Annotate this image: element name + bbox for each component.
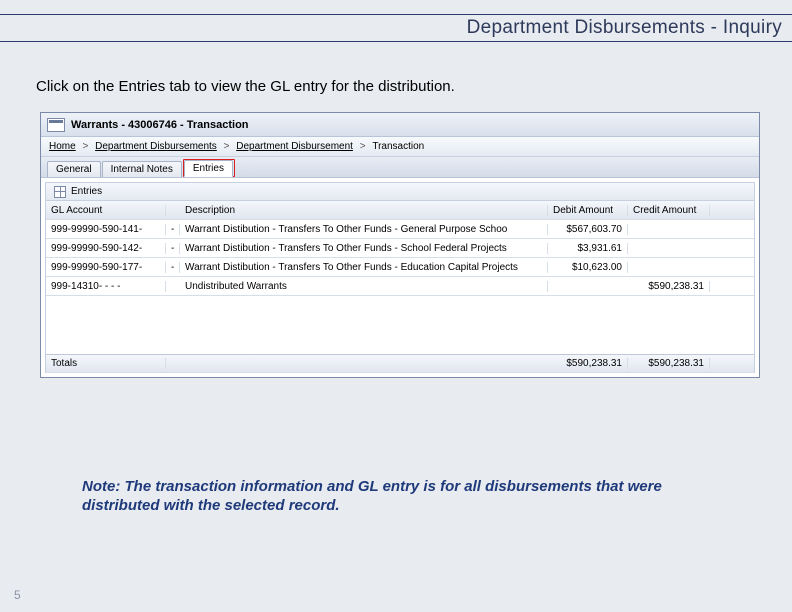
totals-debit: $590,238.31	[548, 358, 628, 369]
cell-desc: Undistributed Warrants	[180, 281, 548, 292]
totals-label: Totals	[46, 358, 166, 369]
note-text: Note: The transaction information and GL…	[82, 478, 702, 516]
page-title: Department Disbursements - Inquiry	[467, 17, 782, 39]
breadcrumb-home[interactable]: Home	[49, 141, 76, 152]
breadcrumb-l1[interactable]: Department Disbursements	[95, 141, 217, 152]
cell-gl: 999-99990-590-177-	[46, 262, 166, 273]
cell-gl: 999-99990-590-142-	[46, 243, 166, 254]
cell-desc: Warrant Distibution - Transfers To Other…	[180, 224, 548, 235]
breadcrumb-l3: Transaction	[372, 141, 424, 152]
cell-desc: Warrant Distibution - Transfers To Other…	[180, 243, 548, 254]
entries-grid: GL Account Description Debit Amount Cred…	[45, 201, 755, 373]
entries-panel-header: Entries	[45, 182, 755, 201]
cell-gl: 999-14310- - - -	[46, 281, 166, 292]
grid-icon	[54, 186, 66, 198]
window-title: Warrants - 43006746 - Transaction	[71, 119, 249, 131]
breadcrumb-l2[interactable]: Department Disbursement	[236, 141, 353, 152]
col-gl-account[interactable]: GL Account	[46, 205, 166, 216]
table-row[interactable]: 999-99990-590-142- - Warrant Distibution…	[46, 239, 754, 258]
totals-credit: $590,238.31	[628, 358, 710, 369]
cell-dash: -	[166, 224, 180, 235]
grid-header-row: GL Account Description Debit Amount Cred…	[46, 201, 754, 220]
window-icon	[47, 118, 65, 132]
col-debit[interactable]: Debit Amount	[548, 205, 628, 216]
entries-highlight: Entries	[183, 159, 235, 177]
instruction-text: Click on the Entries tab to view the GL …	[36, 78, 455, 95]
cell-debit: $10,623.00	[548, 262, 628, 273]
breadcrumb-sep: >	[357, 141, 368, 152]
col-description[interactable]: Description	[180, 205, 548, 216]
cell-gl: 999-99990-590-141-	[46, 224, 166, 235]
grid-blank-area	[46, 296, 754, 354]
cell-debit: $567,603.70	[548, 224, 628, 235]
tab-internal-notes[interactable]: Internal Notes	[102, 161, 182, 177]
window-titlebar: Warrants - 43006746 - Transaction	[41, 113, 759, 137]
tab-entries[interactable]: Entries	[184, 160, 233, 177]
breadcrumb-sep: >	[221, 141, 232, 152]
cell-dash: -	[166, 243, 180, 254]
tab-general[interactable]: General	[47, 161, 101, 177]
header-band: Department Disbursements - Inquiry	[0, 14, 792, 42]
table-row[interactable]: 999-14310- - - - Undistributed Warrants …	[46, 277, 754, 296]
table-row[interactable]: 999-99990-590-177- - Warrant Distibution…	[46, 258, 754, 277]
breadcrumb: Home > Department Disbursements > Depart…	[41, 137, 759, 157]
page-number: 5	[14, 588, 21, 602]
cell-dash: -	[166, 262, 180, 273]
cell-desc: Warrant Distibution - Transfers To Other…	[180, 262, 548, 273]
cell-credit: $590,238.31	[628, 281, 710, 292]
entries-panel-title: Entries	[71, 186, 102, 197]
tab-bar: General Internal Notes Entries	[41, 157, 759, 178]
cell-debit: $3,931.61	[548, 243, 628, 254]
breadcrumb-sep: >	[80, 141, 91, 152]
table-row[interactable]: 999-99990-590-141- - Warrant Distibution…	[46, 220, 754, 239]
app-window: Warrants - 43006746 - Transaction Home >…	[40, 112, 760, 378]
totals-row: Totals $590,238.31 $590,238.31	[46, 354, 754, 373]
col-credit[interactable]: Credit Amount	[628, 205, 710, 216]
